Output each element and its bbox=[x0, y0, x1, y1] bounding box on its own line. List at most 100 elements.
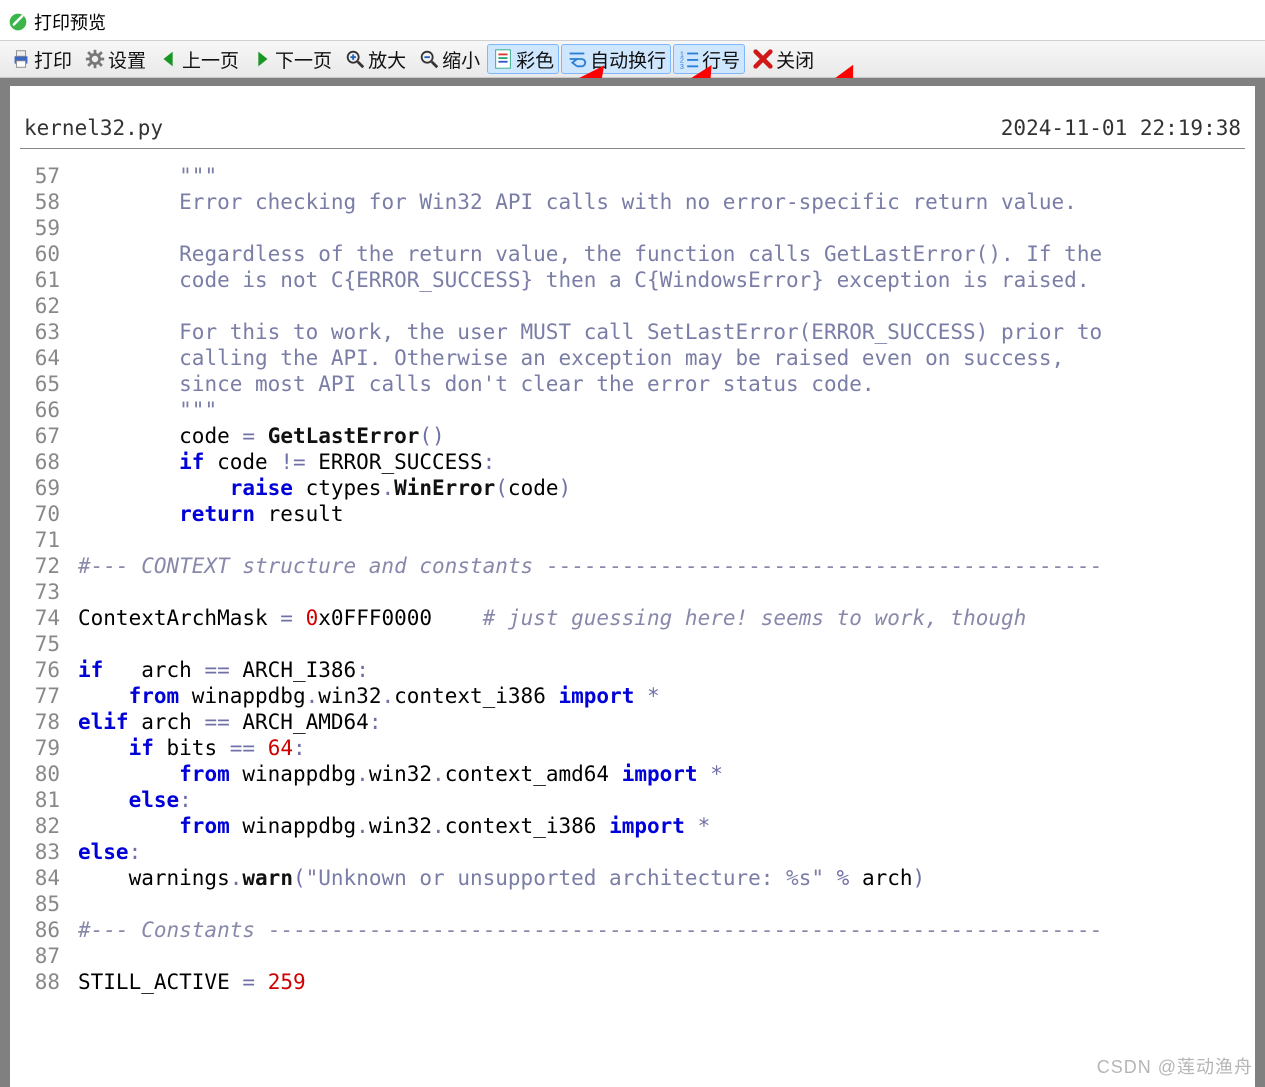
close-button[interactable]: 关闭 bbox=[747, 44, 819, 74]
printer-icon bbox=[10, 48, 32, 70]
line-number: 69 bbox=[20, 475, 78, 501]
line-number: 63 bbox=[20, 319, 78, 345]
line-source: from winappdbg.win32.context_i386 import… bbox=[78, 683, 1245, 709]
line-source: Regardless of the return value, the func… bbox=[78, 241, 1245, 267]
code-line: 57 """ bbox=[20, 163, 1245, 189]
line-number: 68 bbox=[20, 449, 78, 475]
line-source: warnings.warn("Unknown or unsupported ar… bbox=[78, 865, 1245, 891]
line-number: 64 bbox=[20, 345, 78, 371]
line-source: elif arch == ARCH_AMD64: bbox=[78, 709, 1245, 735]
print-button[interactable]: 打印 bbox=[5, 44, 77, 74]
zoomout-label: 缩小 bbox=[442, 46, 480, 73]
gear-icon bbox=[84, 48, 106, 70]
line-number: 59 bbox=[20, 215, 78, 241]
line-number: 72 bbox=[20, 553, 78, 579]
next-label: 下一页 bbox=[275, 46, 332, 73]
line-number: 75 bbox=[20, 631, 78, 657]
line-source: if code != ERROR_SUCCESS: bbox=[78, 449, 1245, 475]
line-number: 70 bbox=[20, 501, 78, 527]
code-line: 78elif arch == ARCH_AMD64: bbox=[20, 709, 1245, 735]
next-page-button[interactable]: 下一页 bbox=[246, 44, 337, 74]
zoomin-label: 放大 bbox=[368, 46, 406, 73]
code-line: 74ContextArchMask = 0x0FFF0000 # just gu… bbox=[20, 605, 1245, 631]
prev-page-button[interactable]: 上一页 bbox=[153, 44, 244, 74]
wrap-toggle[interactable]: 自动换行 bbox=[561, 44, 671, 74]
line-number: 74 bbox=[20, 605, 78, 631]
code-line: 82 from winappdbg.win32.context_i386 imp… bbox=[20, 813, 1245, 839]
line-number: 71 bbox=[20, 527, 78, 553]
line-number: 62 bbox=[20, 293, 78, 319]
window-title: 打印预览 bbox=[34, 9, 106, 35]
toolbar: 打印 设置 上一页 下一页 放大 缩小 彩色 自动换行 123 行号 关闭 bbox=[0, 40, 1265, 78]
zoom-in-icon bbox=[344, 48, 366, 70]
code-line: 67 code = GetLastError() bbox=[20, 423, 1245, 449]
code-line: 77 from winappdbg.win32.context_i386 imp… bbox=[20, 683, 1245, 709]
line-number: 84 bbox=[20, 865, 78, 891]
page-header: kernel32.py 2024-11-01 22:19:38 bbox=[20, 86, 1245, 149]
line-number: 58 bbox=[20, 189, 78, 215]
line-source: code is not C{ERROR_SUCCESS} then a C{Wi… bbox=[78, 267, 1245, 293]
line-number: 85 bbox=[20, 891, 78, 917]
line-number-icon: 123 bbox=[678, 48, 700, 70]
wrap-label: 自动换行 bbox=[590, 46, 666, 73]
line-source: code = GetLastError() bbox=[78, 423, 1245, 449]
code-block: 57 """58 Error checking for Win32 API ca… bbox=[20, 149, 1245, 995]
code-line: 80 from winappdbg.win32.context_amd64 im… bbox=[20, 761, 1245, 787]
line-source bbox=[78, 579, 1245, 605]
code-line: 59 bbox=[20, 215, 1245, 241]
code-line: 88STILL_ACTIVE = 259 bbox=[20, 969, 1245, 995]
line-number: 87 bbox=[20, 943, 78, 969]
line-source: from winappdbg.win32.context_amd64 impor… bbox=[78, 761, 1245, 787]
line-source: if bits == 64: bbox=[78, 735, 1245, 761]
line-number: 66 bbox=[20, 397, 78, 423]
code-line: 68 if code != ERROR_SUCCESS: bbox=[20, 449, 1245, 475]
code-line: 60 Regardless of the return value, the f… bbox=[20, 241, 1245, 267]
code-line: 58 Error checking for Win32 API calls wi… bbox=[20, 189, 1245, 215]
line-number: 61 bbox=[20, 267, 78, 293]
line-number: 80 bbox=[20, 761, 78, 787]
line-source: #--- CONTEXT structure and constants ---… bbox=[78, 553, 1245, 579]
code-line: 84 warnings.warn("Unknown or unsupported… bbox=[20, 865, 1245, 891]
line-source: since most API calls don't clear the err… bbox=[78, 371, 1245, 397]
code-line: 66 """ bbox=[20, 397, 1245, 423]
line-source: """ bbox=[78, 397, 1245, 423]
title-bar: 打印预览 bbox=[0, 0, 1265, 40]
line-number: 57 bbox=[20, 163, 78, 189]
line-number: 65 bbox=[20, 371, 78, 397]
line-source: For this to work, the user MUST call Set… bbox=[78, 319, 1245, 345]
line-source bbox=[78, 891, 1245, 917]
line-source: from winappdbg.win32.context_i386 import… bbox=[78, 813, 1245, 839]
line-number: 78 bbox=[20, 709, 78, 735]
color-page-icon bbox=[492, 48, 514, 70]
code-line: 79 if bits == 64: bbox=[20, 735, 1245, 761]
line-source bbox=[78, 943, 1245, 969]
line-number: 88 bbox=[20, 969, 78, 995]
line-source bbox=[78, 631, 1245, 657]
zoom-out-button[interactable]: 缩小 bbox=[413, 44, 485, 74]
lineno-toggle[interactable]: 123 行号 bbox=[673, 44, 745, 74]
code-line: 65 since most API calls don't clear the … bbox=[20, 371, 1245, 397]
timestamp: 2024-11-01 22:19:38 bbox=[1001, 116, 1241, 140]
line-number: 77 bbox=[20, 683, 78, 709]
wrap-icon bbox=[566, 48, 588, 70]
code-line: 64 calling the API. Otherwise an excepti… bbox=[20, 345, 1245, 371]
color-toggle[interactable]: 彩色 bbox=[487, 44, 559, 74]
zoom-in-button[interactable]: 放大 bbox=[339, 44, 411, 74]
line-number: 83 bbox=[20, 839, 78, 865]
line-number: 76 bbox=[20, 657, 78, 683]
app-icon bbox=[8, 12, 28, 32]
code-line: 61 code is not C{ERROR_SUCCESS} then a C… bbox=[20, 267, 1245, 293]
code-line: 72#--- CONTEXT structure and constants -… bbox=[20, 553, 1245, 579]
line-source: STILL_ACTIVE = 259 bbox=[78, 969, 1245, 995]
code-line: 70 return result bbox=[20, 501, 1245, 527]
code-line: 87 bbox=[20, 943, 1245, 969]
setup-button[interactable]: 设置 bbox=[79, 44, 151, 74]
setup-label: 设置 bbox=[108, 46, 146, 73]
code-line: 85 bbox=[20, 891, 1245, 917]
line-source bbox=[78, 215, 1245, 241]
line-source bbox=[78, 293, 1245, 319]
code-line: 76if arch == ARCH_I386: bbox=[20, 657, 1245, 683]
close-icon bbox=[752, 48, 774, 70]
code-line: 86#--- Constants -----------------------… bbox=[20, 917, 1245, 943]
code-line: 63 For this to work, the user MUST call … bbox=[20, 319, 1245, 345]
